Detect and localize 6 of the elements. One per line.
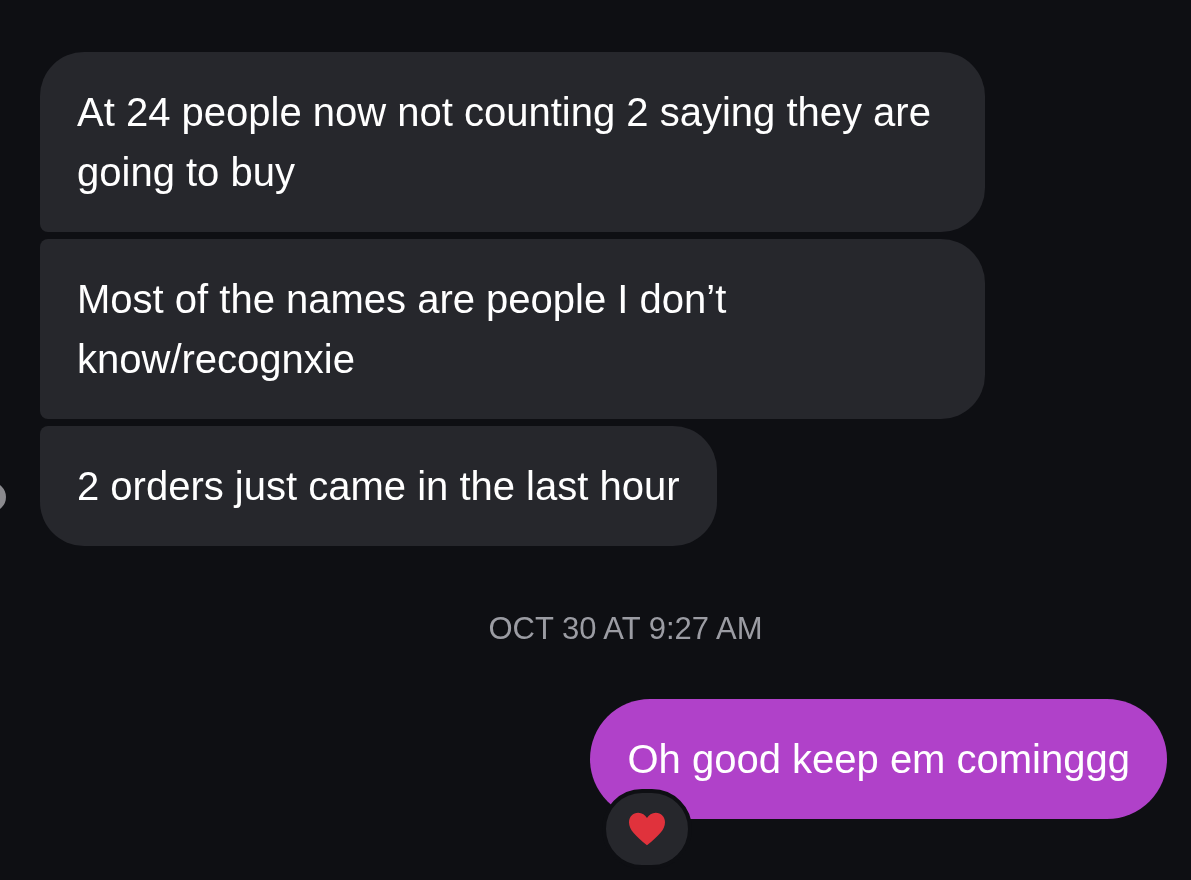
received-message-bubble: At 24 people now not counting 2 saying they are going to buy xyxy=(40,52,985,232)
heart-icon xyxy=(627,810,668,847)
received-message-bubble: Most of the names are people I don’t know/recognxie xyxy=(40,239,985,419)
received-message-bubble: 2 orders just came in the last hour xyxy=(40,426,717,546)
timestamp: OCT 30 AT 9:27 AM xyxy=(488,610,763,648)
sent-message-bubble: Oh good keep em cominggg xyxy=(590,698,1167,819)
